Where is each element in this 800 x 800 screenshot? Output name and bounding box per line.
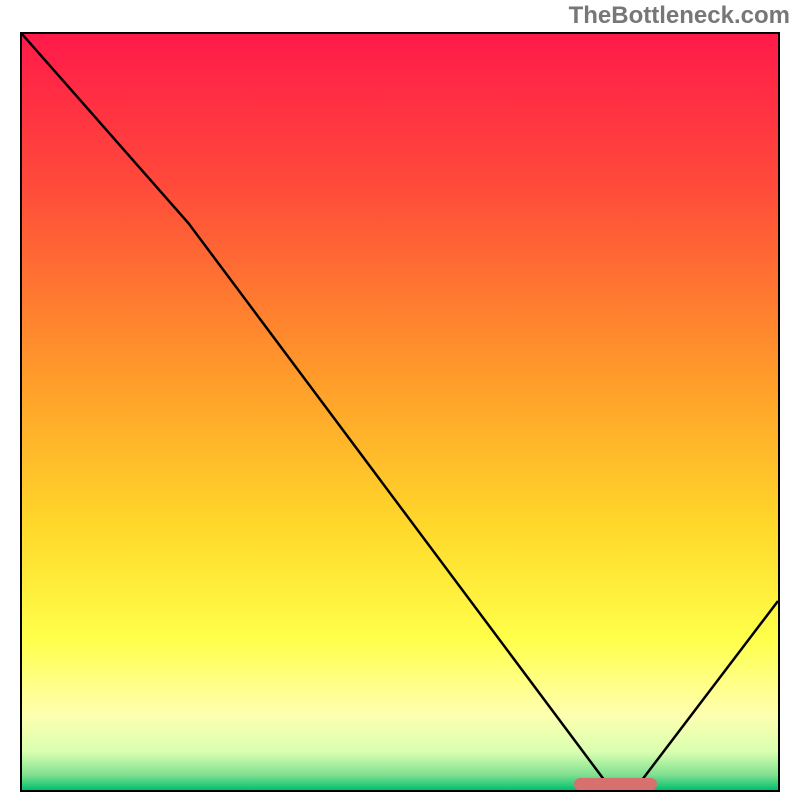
curve-line-svg bbox=[22, 34, 778, 790]
watermark-text: TheBottleneck.com bbox=[569, 2, 790, 30]
optimal-marker bbox=[574, 778, 657, 790]
curve-path bbox=[22, 34, 778, 790]
chart-frame bbox=[20, 32, 780, 792]
